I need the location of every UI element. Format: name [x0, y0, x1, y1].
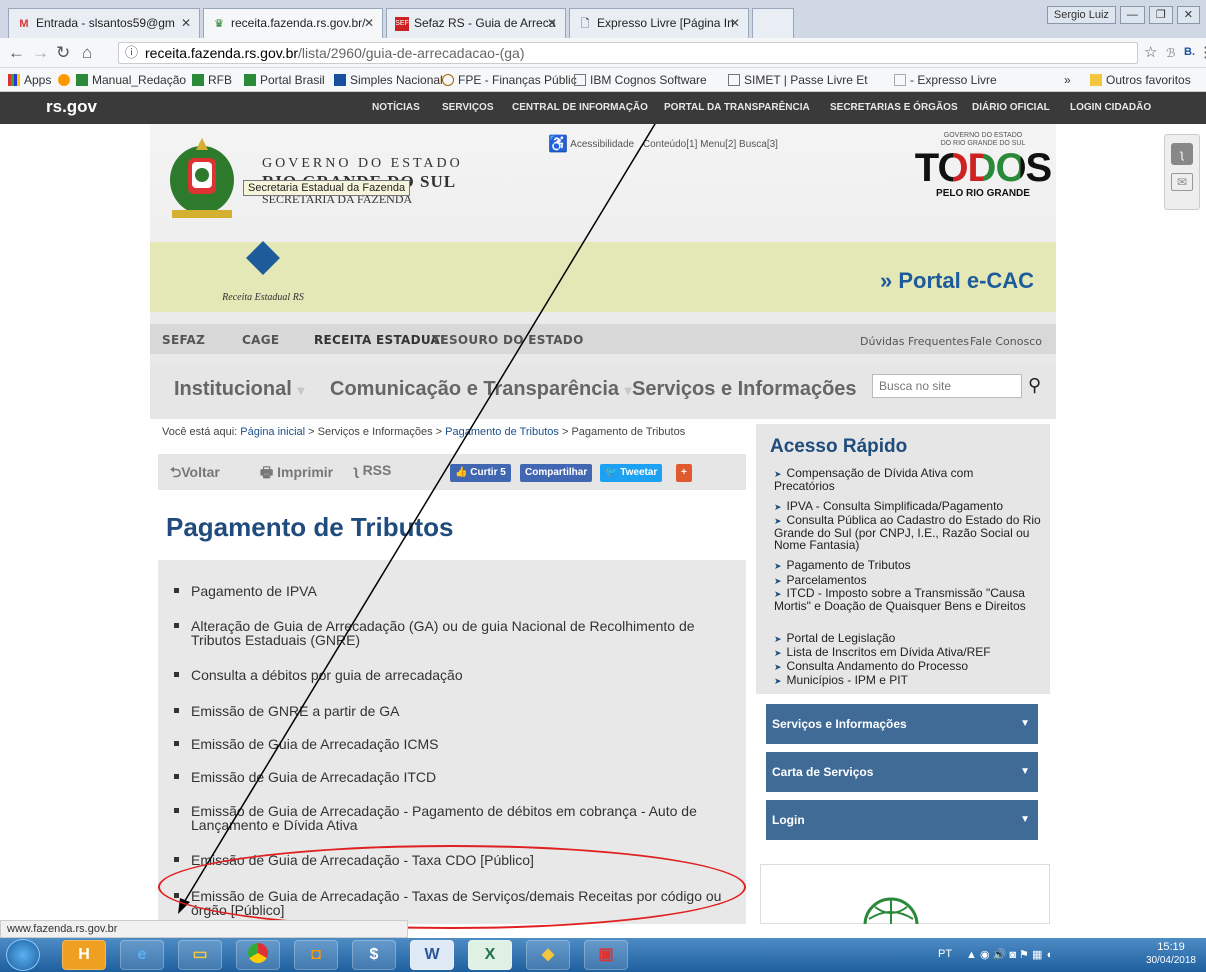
- back-icon[interactable]: ←: [8, 43, 25, 63]
- browser-tab-bar: M Entrada - slsantos59@gm ✕ ♛ receita.fazen…: [0, 0, 1206, 39]
- close-tab-icon[interactable]: ✕: [730, 9, 740, 37]
- folder-icon[interactable]: ▭: [178, 940, 222, 970]
- bookmark-fpe[interactable]: FPE - Finanças Públic: [442, 73, 577, 87]
- maximize-button[interactable]: ❐: [1148, 6, 1173, 24]
- bookmark-simet[interactable]: SIMET | Passe Livre Et: [728, 73, 868, 87]
- bookmarks-bar: Apps Manual_Redação RFB Portal Brasil Si…: [0, 68, 1206, 92]
- menu-dots-icon[interactable]: ⋮: [1198, 43, 1206, 61]
- windows-taskbar: H e ▭ ◘ $ W X ◆ ▣ PT ▲ ◉ 🔊 ◙ ⚑ ▦ ◖ 15:19…: [0, 938, 1206, 972]
- tab-gmail[interactable]: M Entrada - slsantos59@gm ✕: [8, 8, 200, 38]
- chrome-icon[interactable]: [236, 940, 280, 970]
- star-icon[interactable]: ☆: [1144, 43, 1157, 61]
- clock[interactable]: 15:19 30/04/2018: [1146, 940, 1196, 968]
- user-badge[interactable]: Sergio Luiz: [1046, 6, 1116, 24]
- top-link-central[interactable]: CENTRAL DE INFORMAÇÃO: [512, 102, 648, 113]
- forward-icon[interactable]: →: [32, 43, 49, 63]
- bookmark-ibm-cognos[interactable]: IBM Cognos Software: [574, 73, 707, 87]
- close-tab-icon[interactable]: ✕: [364, 9, 374, 37]
- ie-icon[interactable]: e: [120, 940, 164, 970]
- bookmark-flag-icon: [244, 74, 256, 86]
- close-window-button[interactable]: ✕: [1176, 6, 1200, 24]
- minimize-button[interactable]: —: [1119, 6, 1145, 24]
- annotation-ellipse: [158, 845, 746, 929]
- bookmark-flag-icon: [192, 74, 204, 86]
- top-link-servicos[interactable]: SERVIÇOS: [442, 102, 494, 113]
- bookmarks-overflow[interactable]: »: [1064, 73, 1071, 87]
- bookmark-circle[interactable]: [58, 73, 74, 87]
- page-icon: [574, 74, 586, 86]
- info-icon[interactable]: ⓘ: [125, 43, 138, 63]
- url-host: receita.fazenda.rs.gov.br: [145, 45, 299, 61]
- tab-label: Expresso Livre [Página In: [597, 16, 734, 30]
- site-top-bar: rs.gov NOTÍCIAS SERVIÇOS CENTRAL DE INFO…: [0, 92, 1206, 124]
- word-icon[interactable]: W: [410, 940, 454, 970]
- tab-label: receita.fazenda.rs.gov.br/: [231, 16, 366, 30]
- start-button[interactable]: [6, 939, 40, 971]
- rs-crest-icon: ♛: [214, 17, 224, 30]
- close-tab-icon[interactable]: ✕: [181, 9, 191, 37]
- orange-circle-icon: [58, 74, 70, 86]
- status-bar: www.fazenda.rs.gov.br: [0, 920, 408, 938]
- language-indicator[interactable]: PT: [938, 948, 952, 960]
- reload-icon[interactable]: ↻: [56, 43, 70, 63]
- address-bar-row: ← → ↻ ⌂ ⓘ receita.fazenda.rs.gov.br/list…: [0, 38, 1206, 68]
- bookmark-outros[interactable]: Outros favoritos: [1090, 73, 1191, 87]
- gmail-icon: M: [19, 17, 29, 30]
- extension-icon[interactable]: ℬ: [1166, 46, 1175, 60]
- money-app-icon[interactable]: $: [352, 940, 396, 970]
- media-icon[interactable]: ◘: [294, 940, 338, 970]
- taskbar-app-h[interactable]: H: [62, 940, 106, 970]
- sefaz-icon: SEF: [395, 16, 409, 31]
- url-input[interactable]: ⓘ receita.fazenda.rs.gov.br/lista/2960/g…: [118, 42, 1138, 64]
- new-tab-button[interactable]: [752, 8, 794, 38]
- page-icon: [728, 74, 740, 86]
- page-content: GOVERNO DO ESTADO RIO GRANDE DO SUL SECR…: [0, 124, 1206, 924]
- top-link-secretarias[interactable]: SECRETARIAS E ÓRGÃOS: [830, 102, 958, 113]
- bookmark-portal-brasil[interactable]: Portal Brasil: [244, 73, 325, 87]
- tab-sefaz[interactable]: SEF Sefaz RS - Guia de Arreca ✕: [386, 8, 566, 38]
- tab-receita[interactable]: ♛ receita.fazenda.rs.gov.br/✕: [203, 8, 383, 39]
- rs-gov-logo[interactable]: rs.gov: [46, 97, 97, 117]
- close-tab-icon[interactable]: ✕: [547, 9, 557, 37]
- mail-icon: [894, 74, 906, 86]
- url-path: /lista/2960/guia-de-arrecadacao-(ga): [298, 45, 525, 61]
- tab-expresso[interactable]: 🗋 Expresso Livre [Página In ✕: [569, 8, 749, 38]
- excel-icon[interactable]: X: [468, 940, 512, 970]
- simples-icon: [334, 74, 346, 86]
- top-link-login-cidadao[interactable]: LOGIN CIDADÃO: [1070, 102, 1151, 113]
- top-link-noticias[interactable]: NOTÍCIAS: [372, 102, 420, 113]
- tray-icons[interactable]: ▲ ◉ 🔊 ◙ ⚑ ▦ ◖: [966, 948, 1052, 961]
- home-icon[interactable]: ⌂: [82, 43, 92, 63]
- tab-label: Sefaz RS - Guia de Arreca: [414, 16, 556, 30]
- tab-label: Entrada - slsantos59@gm: [36, 16, 175, 30]
- annotation-arrow: [178, 124, 656, 914]
- pdf-icon[interactable]: ▣: [584, 940, 628, 970]
- bookmark-apps[interactable]: Apps: [8, 73, 51, 87]
- apps-grid-icon: [8, 74, 20, 86]
- page-icon: 🗋: [580, 17, 590, 30]
- extension-b-icon[interactable]: B.: [1184, 46, 1195, 58]
- bookmark-manual-redacao[interactable]: Manual_Redação: [76, 73, 186, 87]
- fpe-icon: [442, 74, 454, 86]
- bookmark-rfb[interactable]: RFB: [192, 73, 232, 87]
- window-controls: Sergio Luiz — ❐ ✕: [1046, 6, 1200, 24]
- bookmark-flag-icon: [76, 74, 88, 86]
- folder-icon: [1090, 74, 1102, 86]
- top-link-transparencia[interactable]: PORTAL DA TRANSPARÊNCIA: [664, 102, 810, 113]
- bookmark-expresso[interactable]: - Expresso Livre: [894, 73, 997, 87]
- top-link-diario[interactable]: DIÁRIO OFICIAL: [972, 102, 1050, 113]
- explorer-icon[interactable]: ◆: [526, 940, 570, 970]
- bookmark-simples-nacional[interactable]: Simples Nacional: [334, 73, 443, 87]
